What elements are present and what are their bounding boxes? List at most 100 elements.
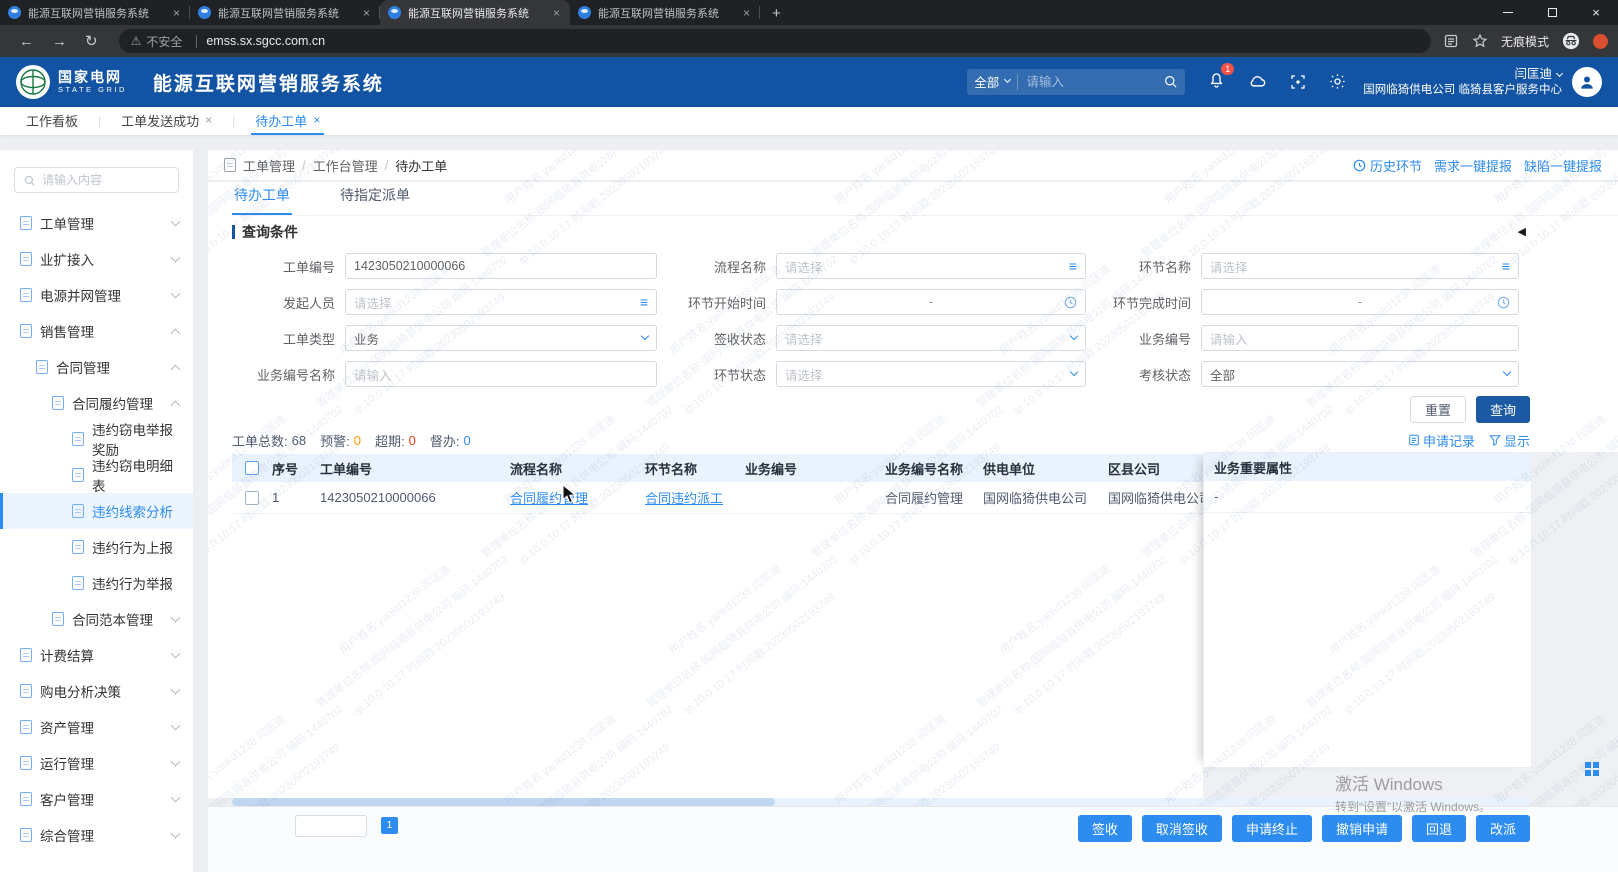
- business-no-field[interactable]: 请输入: [1201, 325, 1519, 351]
- tab-pending-dispatch[interactable]: 待指定派单: [338, 185, 412, 215]
- display-columns-link[interactable]: 显示: [1489, 431, 1530, 450]
- sidebar-item[interactable]: 业扩接入: [0, 241, 193, 277]
- close-button[interactable]: ×: [1574, 0, 1618, 25]
- tab-close-icon[interactable]: ×: [361, 6, 372, 20]
- apply-record-link[interactable]: 申请记录: [1408, 431, 1475, 450]
- sidebar-item[interactable]: 违约行为上报: [0, 529, 193, 565]
- cancel-sign-button[interactable]: 取消签收: [1142, 815, 1222, 842]
- column-header[interactable]: 环节名称: [645, 459, 745, 478]
- scrollbar-thumb[interactable]: [232, 798, 775, 806]
- page-number-button[interactable]: 1: [381, 817, 398, 834]
- sidebar-item-active[interactable]: 违约线索分析: [0, 493, 193, 529]
- order-type-field[interactable]: 业务: [345, 325, 657, 351]
- step-start-time-field[interactable]: -: [776, 289, 1086, 315]
- step-end-time-field[interactable]: -: [1201, 289, 1519, 315]
- defect-report-link[interactable]: 缺陷一键提报: [1524, 156, 1602, 175]
- profile-badge-icon[interactable]: [1593, 34, 1608, 49]
- tab-close-icon[interactable]: ×: [551, 6, 562, 20]
- close-icon[interactable]: ×: [313, 113, 320, 127]
- revoke-apply-button[interactable]: 撤销申请: [1322, 815, 1402, 842]
- column-header[interactable]: 流程名称: [510, 459, 645, 478]
- tab-todo-orders[interactable]: 待办工单: [232, 185, 292, 215]
- initiator-field[interactable]: 请选择≡: [345, 289, 657, 315]
- tab-close-icon[interactable]: ×: [171, 6, 182, 20]
- back-icon[interactable]: ←: [10, 33, 43, 50]
- column-header[interactable]: 区县公司: [1108, 459, 1208, 478]
- reload-icon[interactable]: ↻: [76, 32, 107, 50]
- bookmark-star-icon[interactable]: [1472, 33, 1488, 49]
- sign-button[interactable]: 签收: [1078, 815, 1132, 842]
- sidebar-item[interactable]: 电源并网管理: [0, 277, 193, 313]
- step-name-field[interactable]: 请选择≡: [1201, 253, 1519, 279]
- sidebar-item[interactable]: 购电分析决策: [0, 673, 193, 709]
- search-input[interactable]: [1018, 75, 1163, 89]
- column-header[interactable]: 供电单位: [983, 459, 1108, 478]
- breadcrumb-item[interactable]: 工作台管理: [313, 156, 378, 175]
- page-size-select[interactable]: [295, 815, 367, 837]
- browser-tab[interactable]: 能源互联网营销服务系统 ×: [570, 0, 760, 25]
- column-header[interactable]: 工单编号: [320, 459, 510, 478]
- minimize-button[interactable]: [1486, 0, 1530, 25]
- maximize-button[interactable]: [1530, 0, 1574, 25]
- grid-icon[interactable]: [1585, 762, 1599, 776]
- sidebar-item[interactable]: 客户管理: [0, 781, 193, 817]
- sidebar-search[interactable]: [14, 167, 179, 193]
- browser-tab[interactable]: 能源互联网营销服务系统 ×: [190, 0, 380, 25]
- business-no-name-field[interactable]: 请输入: [345, 361, 657, 387]
- sidebar-item[interactable]: 违约窃电举报奖励: [0, 421, 193, 457]
- avatar[interactable]: [1572, 67, 1602, 97]
- address-bar[interactable]: ⚠ 不安全 emss.sx.sgcc.com.cn: [119, 29, 1431, 53]
- list-picker-icon[interactable]: ≡: [1069, 259, 1077, 273]
- sidebar-item[interactable]: 运行管理: [0, 745, 193, 781]
- assess-status-field[interactable]: 全部: [1201, 361, 1519, 387]
- step-status-field[interactable]: 请选择: [776, 361, 1086, 387]
- search-icon[interactable]: [1163, 74, 1178, 89]
- demand-report-link[interactable]: 需求一键提报: [1434, 156, 1512, 175]
- sidebar-item[interactable]: 销售管理: [0, 313, 193, 349]
- sign-status-field[interactable]: 请选择: [776, 325, 1086, 351]
- row-checkbox[interactable]: [245, 491, 259, 505]
- history-steps-link[interactable]: 历史环节: [1353, 156, 1422, 175]
- step-link[interactable]: 合同违约派工: [645, 491, 723, 506]
- sidebar-search-input[interactable]: [42, 173, 152, 187]
- browser-tab[interactable]: 能源互联网营销服务系统 ×: [0, 0, 190, 25]
- table-row[interactable]: 1 1423050210000066 合同履约管理 合同违约派工 合同履约管理 …: [232, 482, 1208, 514]
- tab-close-icon[interactable]: ×: [741, 6, 752, 20]
- breadcrumb-item[interactable]: 工单管理: [243, 156, 295, 175]
- column-header[interactable]: 业务编号: [745, 459, 885, 478]
- sidebar-item[interactable]: 合同履约管理: [0, 385, 193, 421]
- tab-todo-orders[interactable]: 待办工单 ×: [251, 107, 324, 135]
- cloud-icon[interactable]: [1247, 71, 1268, 92]
- column-header[interactable]: 业务重要属性: [1204, 453, 1531, 481]
- sidebar-item[interactable]: 合同范本管理: [0, 601, 193, 637]
- sidebar-item[interactable]: 综合管理: [0, 817, 193, 853]
- sidebar-item[interactable]: 合同管理: [0, 349, 193, 385]
- sidebar-item[interactable]: 违约行为举报: [0, 565, 193, 601]
- close-icon[interactable]: ×: [205, 113, 212, 127]
- reset-button[interactable]: 重置: [1410, 396, 1466, 423]
- collapse-icon[interactable]: ◀: [1518, 225, 1526, 238]
- select-all-checkbox[interactable]: [245, 461, 259, 475]
- column-header[interactable]: 序号: [272, 459, 320, 478]
- sidebar-item[interactable]: 违约窃电明细表: [0, 457, 193, 493]
- column-header[interactable]: 业务编号名称: [885, 459, 983, 478]
- order-no-field[interactable]: 1423050210000066: [345, 253, 657, 279]
- new-tab-button[interactable]: +: [760, 5, 793, 25]
- reassign-button[interactable]: 改派: [1476, 815, 1530, 842]
- sidebar-item[interactable]: 计费结算: [0, 637, 193, 673]
- fullscreen-icon[interactable]: [1289, 73, 1307, 91]
- tab-dashboard[interactable]: 工作看板: [22, 107, 82, 135]
- user-block[interactable]: 闫匡迪 国网临猗供电公司 临猗县客户服务中心: [1363, 66, 1562, 98]
- forward-icon[interactable]: →: [43, 33, 76, 50]
- sidebar-item[interactable]: 工单管理: [0, 205, 193, 241]
- search-button[interactable]: 查询: [1476, 396, 1530, 423]
- process-name-field[interactable]: 请选择≡: [776, 253, 1086, 279]
- list-picker-icon[interactable]: ≡: [1502, 259, 1510, 273]
- browser-tab-active[interactable]: 能源互联网营销服务系统 ×: [380, 0, 570, 25]
- list-picker-icon[interactable]: ≡: [640, 295, 648, 309]
- notification-bell[interactable]: 1: [1207, 70, 1226, 94]
- rollback-button[interactable]: 回退: [1412, 815, 1466, 842]
- search-scope-select[interactable]: 全部: [967, 72, 1017, 91]
- reading-mode-icon[interactable]: [1443, 33, 1459, 49]
- apply-terminate-button[interactable]: 申请终止: [1232, 815, 1312, 842]
